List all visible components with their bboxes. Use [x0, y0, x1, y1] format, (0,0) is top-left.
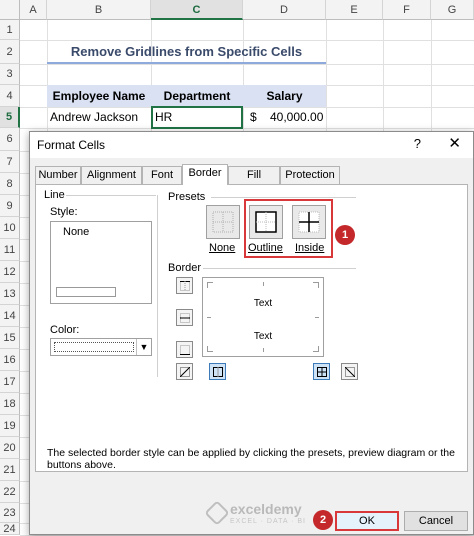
active-cell-outline — [151, 106, 243, 129]
style-none-option[interactable]: None — [63, 226, 89, 238]
tab-fill[interactable]: Fill — [228, 166, 280, 184]
presets-group-label: Presets — [168, 191, 206, 203]
step-2-badge: 2 — [313, 510, 333, 530]
dialog-title: Format Cells — [37, 138, 106, 152]
border-group-label: Border — [168, 262, 202, 274]
style-thin-line-option[interactable] — [56, 287, 116, 297]
row-header-5[interactable]: 5 — [0, 107, 20, 128]
preview-text-top: Text — [253, 298, 273, 309]
row-header-13[interactable]: 13 — [0, 283, 20, 305]
row-header-16[interactable]: 16 — [0, 349, 20, 371]
border-left-button[interactable] — [209, 363, 226, 380]
cell-currency: $ — [250, 110, 257, 124]
color-label: Color: — [50, 324, 80, 336]
presets-highlight-box — [244, 199, 333, 258]
row-header-17[interactable]: 17 — [0, 371, 20, 393]
row-header-22[interactable]: 22 — [0, 481, 20, 503]
color-swatch — [54, 342, 134, 352]
tab-alignment[interactable]: Alignment — [81, 166, 142, 184]
column-header-b[interactable]: B — [47, 0, 151, 20]
border-tab-panel: Line Style: None Color: ▼ Presets None O… — [35, 184, 468, 472]
border-diagonal-up-button[interactable] — [176, 363, 193, 380]
select-all-corner[interactable] — [0, 0, 20, 20]
column-header-f[interactable]: F — [383, 0, 431, 20]
row-header-23[interactable]: 23 — [0, 503, 20, 523]
header-salary[interactable]: Salary — [243, 85, 326, 107]
color-dropdown[interactable]: ▼ — [50, 338, 152, 356]
help-icon[interactable]: ? — [414, 136, 421, 151]
row-header-19[interactable]: 19 — [0, 415, 20, 437]
cell-salary[interactable]: 40,000.00 — [270, 107, 323, 128]
row-header-15[interactable]: 15 — [0, 327, 20, 349]
header-department[interactable]: Department — [151, 85, 243, 107]
line-group-label: Line — [44, 189, 65, 201]
border-diagonal-down-button[interactable] — [341, 363, 358, 380]
row-header-8[interactable]: 8 — [0, 173, 20, 195]
column-header-d[interactable]: D — [243, 0, 326, 20]
row-header-21[interactable]: 21 — [0, 459, 20, 481]
tab-font[interactable]: Font — [142, 166, 182, 184]
row-header-4[interactable]: 4 — [0, 85, 20, 107]
chevron-down-icon[interactable]: ▼ — [136, 339, 151, 355]
border-description: The selected border style can be applied… — [47, 447, 455, 471]
preset-none-label: None — [209, 242, 236, 254]
row-header-14[interactable]: 14 — [0, 305, 20, 327]
preview-text-bottom: Text — [253, 331, 273, 342]
row-header-12[interactable]: 12 — [0, 261, 20, 283]
ok-button[interactable]: OK — [335, 511, 399, 531]
header-employee-name[interactable]: Employee Name — [47, 85, 151, 107]
column-header-e[interactable]: E — [326, 0, 383, 20]
row-header-6[interactable]: 6 — [0, 128, 20, 151]
preset-none-button[interactable] — [206, 205, 240, 239]
gridline — [20, 64, 474, 65]
exceldemy-logo-icon — [204, 500, 230, 526]
border-preview[interactable]: Text Text — [202, 277, 324, 357]
gridline — [20, 128, 474, 129]
row-header-3[interactable]: 3 — [0, 64, 20, 85]
column-header-c[interactable]: C — [151, 0, 243, 20]
row-header-18[interactable]: 18 — [0, 393, 20, 415]
column-header-a[interactable]: A — [20, 0, 47, 20]
dialog-titlebar[interactable]: Format Cells ? ✕ — [30, 132, 473, 158]
cell-employee-name[interactable]: Andrew Jackson — [50, 107, 138, 128]
sheet-title[interactable]: Remove Gridlines from Specific Cells — [47, 40, 326, 64]
tab-number[interactable]: Number — [35, 166, 81, 184]
tab-border[interactable]: Border — [182, 164, 228, 185]
row-header-24[interactable]: 24 — [0, 523, 20, 535]
border-bottom-button[interactable] — [176, 341, 193, 358]
step-1-badge: 1 — [335, 225, 355, 245]
column-header-g[interactable]: G — [431, 0, 474, 20]
row-header-1[interactable]: 1 — [0, 20, 20, 40]
border-top-button[interactable] — [176, 277, 193, 294]
tab-protection[interactable]: Protection — [280, 166, 340, 184]
close-icon[interactable]: ✕ — [448, 134, 461, 152]
row-header-11[interactable]: 11 — [0, 239, 20, 261]
cancel-button[interactable]: Cancel — [404, 511, 468, 531]
border-middle-horizontal-button[interactable] — [176, 309, 193, 326]
row-header-20[interactable]: 20 — [0, 437, 20, 459]
row-header-9[interactable]: 9 — [0, 195, 20, 217]
format-cells-dialog: Format Cells ? ✕ Number Alignment Font B… — [29, 131, 474, 535]
row-header-10[interactable]: 10 — [0, 217, 20, 239]
row-header-7[interactable]: 7 — [0, 151, 20, 173]
line-style-list[interactable]: None — [50, 221, 152, 304]
border-right-button[interactable] — [313, 363, 330, 380]
style-label: Style: — [50, 206, 78, 218]
row-header-2[interactable]: 2 — [0, 40, 20, 64]
